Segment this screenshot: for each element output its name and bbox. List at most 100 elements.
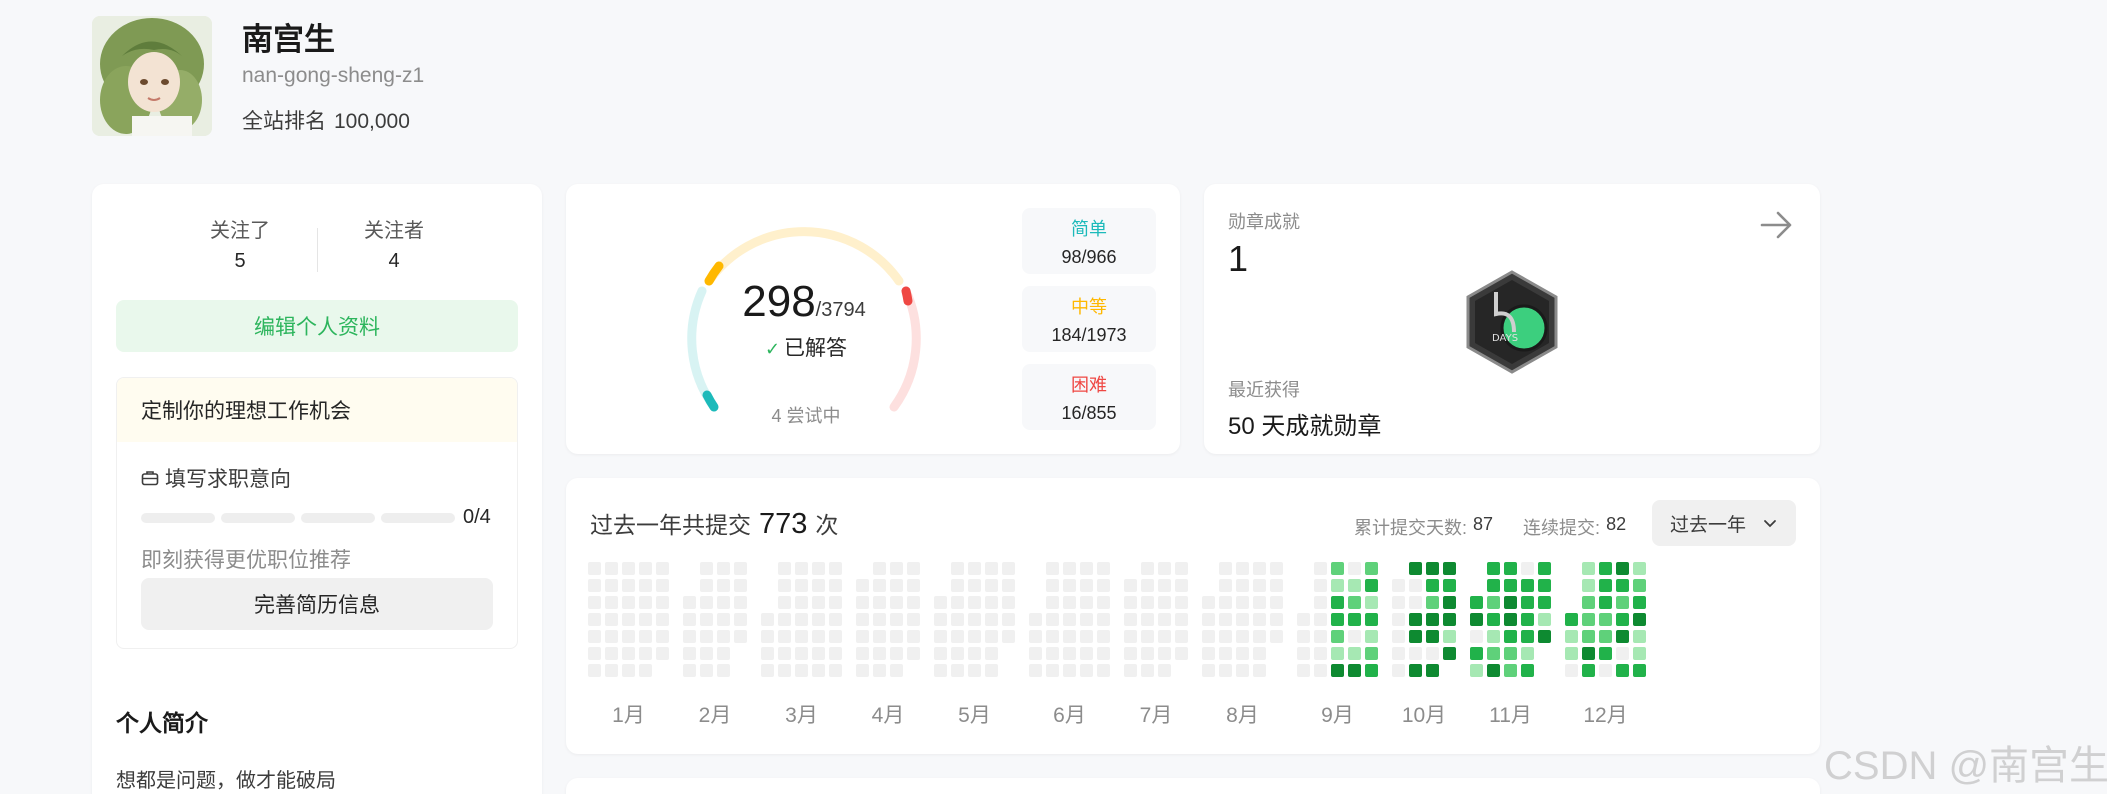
heatmap-cell[interactable] xyxy=(907,613,920,626)
heatmap-cell[interactable] xyxy=(1097,562,1110,575)
heatmap-cell[interactable] xyxy=(1365,647,1378,660)
heatmap-cell[interactable] xyxy=(1046,613,1059,626)
heatmap-cell[interactable] xyxy=(1392,579,1405,592)
heatmap-cell[interactable] xyxy=(1504,664,1517,677)
heatmap-cell[interactable] xyxy=(1219,630,1232,643)
heatmap-cell[interactable] xyxy=(1521,596,1534,609)
heatmap-cell[interactable] xyxy=(1599,630,1612,643)
heatmap-cell[interactable] xyxy=(639,664,652,677)
heatmap-cell[interactable] xyxy=(622,613,635,626)
heatmap-cell[interactable] xyxy=(639,596,652,609)
heatmap-cell[interactable] xyxy=(795,647,808,660)
heatmap-cell[interactable] xyxy=(812,562,825,575)
heatmap-cell[interactable] xyxy=(1158,596,1171,609)
heatmap-cell[interactable] xyxy=(1633,562,1646,575)
heatmap-cell[interactable] xyxy=(1297,613,1310,626)
heatmap-cell[interactable] xyxy=(1504,579,1517,592)
heatmap-cell[interactable] xyxy=(1426,613,1439,626)
heatmap-cell[interactable] xyxy=(1202,630,1215,643)
heatmap-cell[interactable] xyxy=(1236,562,1249,575)
heatmap-cell[interactable] xyxy=(1470,664,1483,677)
heatmap-cell[interactable] xyxy=(1253,596,1266,609)
heatmap-cell[interactable] xyxy=(778,647,791,660)
heatmap-cell[interactable] xyxy=(890,613,903,626)
heatmap-cell[interactable] xyxy=(588,664,601,677)
heatmap-cell[interactable] xyxy=(1443,613,1456,626)
heatmap-cell[interactable] xyxy=(1046,630,1059,643)
heatmap-cell[interactable] xyxy=(1409,596,1422,609)
heatmap-cell[interactable] xyxy=(683,630,696,643)
heatmap-cell[interactable] xyxy=(639,647,652,660)
heatmap-cell[interactable] xyxy=(1097,579,1110,592)
heatmap-cell[interactable] xyxy=(588,647,601,660)
heatmap-cell[interactable] xyxy=(761,630,774,643)
heatmap-cell[interactable] xyxy=(1314,664,1327,677)
heatmap-cell[interactable] xyxy=(761,664,774,677)
heatmap-cell[interactable] xyxy=(934,596,947,609)
heatmap-cell[interactable] xyxy=(717,596,730,609)
heatmap-cell[interactable] xyxy=(1348,562,1361,575)
heatmap-cell[interactable] xyxy=(1141,647,1154,660)
heatmap-cell[interactable] xyxy=(1616,664,1629,677)
heatmap-cell[interactable] xyxy=(1616,630,1629,643)
heatmap-cell[interactable] xyxy=(761,647,774,660)
heatmap-cell[interactable] xyxy=(683,647,696,660)
heatmap-cell[interactable] xyxy=(1331,596,1344,609)
heatmap-cell[interactable] xyxy=(1253,647,1266,660)
heatmap-cell[interactable] xyxy=(890,596,903,609)
heatmap-cell[interactable] xyxy=(951,630,964,643)
heatmap-cell[interactable] xyxy=(1124,596,1137,609)
heatmap-cell[interactable] xyxy=(1582,613,1595,626)
heatmap-cell[interactable] xyxy=(829,630,842,643)
heatmap-cell[interactable] xyxy=(1487,613,1500,626)
heatmap-cell[interactable] xyxy=(873,613,886,626)
heatmap-cell[interactable] xyxy=(1270,613,1283,626)
heatmap-cell[interactable] xyxy=(778,630,791,643)
heatmap-cell[interactable] xyxy=(656,647,669,660)
heatmap-cell[interactable] xyxy=(622,579,635,592)
heatmap-cell[interactable] xyxy=(1175,630,1188,643)
heatmap-cell[interactable] xyxy=(605,664,618,677)
heatmap-cell[interactable] xyxy=(717,664,730,677)
heatmap-cell[interactable] xyxy=(1331,562,1344,575)
heatmap-cell[interactable] xyxy=(1236,630,1249,643)
heatmap-cell[interactable] xyxy=(1504,647,1517,660)
heatmap-cell[interactable] xyxy=(778,562,791,575)
heatmap-cell[interactable] xyxy=(1080,562,1093,575)
heatmap-cell[interactable] xyxy=(1175,562,1188,575)
heatmap-cell[interactable] xyxy=(968,579,981,592)
heatmap-cell[interactable] xyxy=(1253,630,1266,643)
heatmap-cell[interactable] xyxy=(1080,579,1093,592)
heatmap-cell[interactable] xyxy=(622,647,635,660)
heatmap-cell[interactable] xyxy=(1599,579,1612,592)
heatmap-cell[interactable] xyxy=(1124,579,1137,592)
heatmap-cell[interactable] xyxy=(829,647,842,660)
heatmap-cell[interactable] xyxy=(795,630,808,643)
heatmap-cell[interactable] xyxy=(890,630,903,643)
heatmap-cell[interactable] xyxy=(907,630,920,643)
heatmap-cell[interactable] xyxy=(656,579,669,592)
heatmap-cell[interactable] xyxy=(1443,579,1456,592)
heatmap-cell[interactable] xyxy=(1365,664,1378,677)
heatmap-cell[interactable] xyxy=(1124,613,1137,626)
heatmap-cell[interactable] xyxy=(812,579,825,592)
heatmap-cell[interactable] xyxy=(1141,596,1154,609)
heatmap-cell[interactable] xyxy=(1158,579,1171,592)
heatmap-cell[interactable] xyxy=(1124,664,1137,677)
heatmap-cell[interactable] xyxy=(700,562,713,575)
heatmap-cell[interactable] xyxy=(1616,613,1629,626)
heatmap-cell[interactable] xyxy=(1565,664,1578,677)
heatmap-cell[interactable] xyxy=(1599,613,1612,626)
heatmap-cell[interactable] xyxy=(1582,579,1595,592)
heatmap-cell[interactable] xyxy=(1124,647,1137,660)
heatmap-cell[interactable] xyxy=(1175,647,1188,660)
heatmap-cell[interactable] xyxy=(829,613,842,626)
period-select[interactable]: 过去一年 xyxy=(1652,500,1796,546)
heatmap-cell[interactable] xyxy=(985,664,998,677)
heatmap-cell[interactable] xyxy=(1202,613,1215,626)
heatmap-cell[interactable] xyxy=(856,664,869,677)
heatmap-cell[interactable] xyxy=(1097,664,1110,677)
heatmap-cell[interactable] xyxy=(1097,630,1110,643)
heatmap-cell[interactable] xyxy=(1426,647,1439,660)
heatmap-cell[interactable] xyxy=(1063,579,1076,592)
